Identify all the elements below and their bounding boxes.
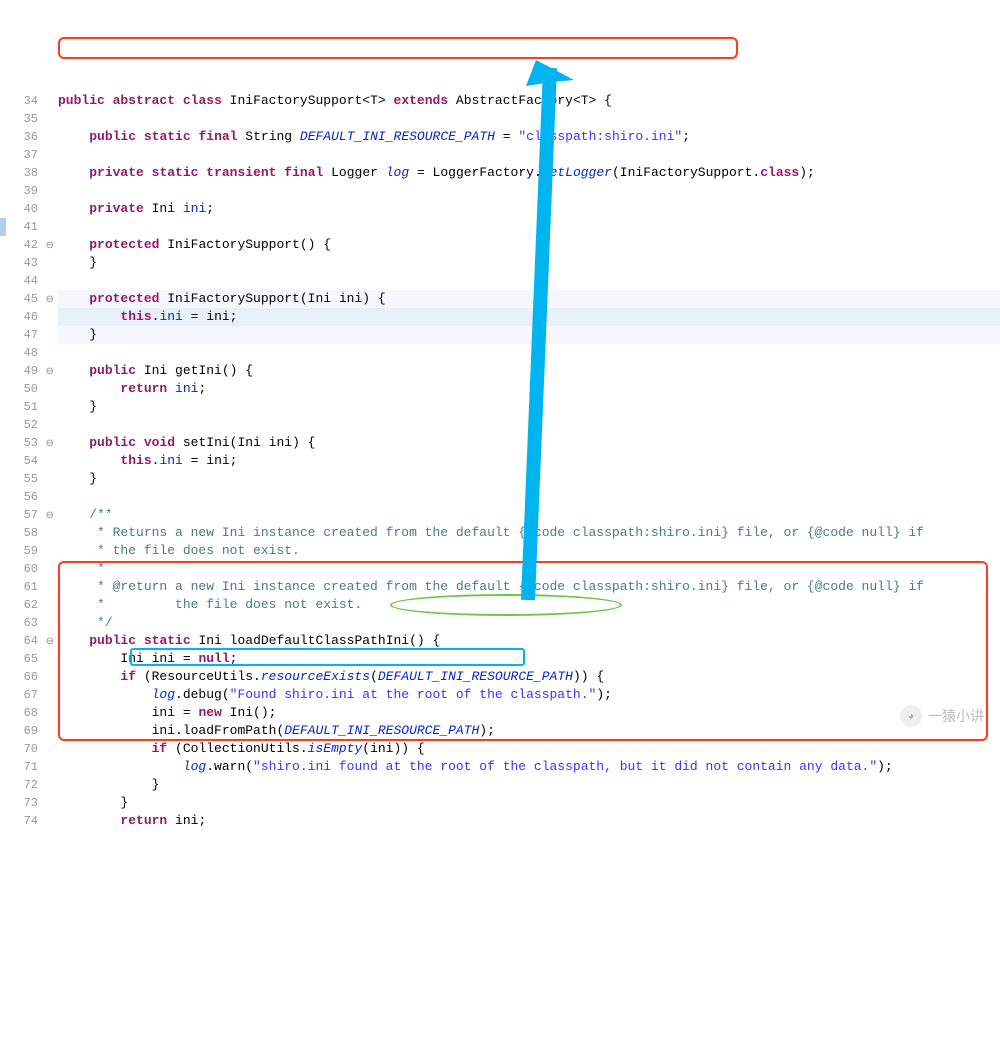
code-line[interactable]: protected IniFactorySupport(Ini ini) { <box>58 290 1000 308</box>
code-line[interactable]: return ini; <box>58 812 1000 830</box>
line-number[interactable]: 46 <box>0 308 44 326</box>
line-number[interactable]: 48 <box>0 344 44 362</box>
code-line[interactable]: } <box>58 326 1000 344</box>
line-number[interactable]: 42⊖ <box>0 236 44 254</box>
line-number[interactable]: 60 <box>0 560 44 578</box>
line-number[interactable]: 59 <box>0 542 44 560</box>
line-number[interactable]: 72 <box>0 776 44 794</box>
line-number[interactable]: 61 <box>0 578 44 596</box>
line-number-gutter[interactable]: 343536373839404142⊖434445⊖46474849⊖50515… <box>0 90 44 833</box>
code-line[interactable]: protected IniFactorySupport() { <box>58 236 1000 254</box>
code-line[interactable] <box>58 218 1000 236</box>
code-line[interactable]: ini.loadFromPath(DEFAULT_INI_RESOURCE_PA… <box>58 722 1000 740</box>
watermark-text: 一猿小讲 <box>928 706 984 726</box>
line-number[interactable]: 58 <box>0 524 44 542</box>
line-number[interactable]: 47 <box>0 326 44 344</box>
code-line[interactable]: public static Ini loadDefaultClassPathIn… <box>58 632 1000 650</box>
line-number[interactable]: 55 <box>0 470 44 488</box>
line-number[interactable]: 63 <box>0 614 44 632</box>
line-number[interactable]: 69 <box>0 722 44 740</box>
line-number[interactable]: 40 <box>0 200 44 218</box>
line-number[interactable]: 71 <box>0 758 44 776</box>
line-number[interactable]: 53⊖ <box>0 434 44 452</box>
line-number[interactable]: 35 <box>0 110 44 128</box>
code-line[interactable]: } <box>58 398 1000 416</box>
line-number[interactable]: 36 <box>0 128 44 146</box>
code-line[interactable]: } <box>58 470 1000 488</box>
code-line[interactable] <box>58 146 1000 164</box>
line-number[interactable]: 51 <box>0 398 44 416</box>
code-line[interactable]: ini = new Ini(); <box>58 704 1000 722</box>
line-number[interactable]: 66 <box>0 668 44 686</box>
code-line[interactable]: if (ResourceUtils.resourceExists(DEFAULT… <box>58 668 1000 686</box>
line-number[interactable]: 62 <box>0 596 44 614</box>
code-line[interactable]: } <box>58 794 1000 812</box>
code-line[interactable]: * <box>58 560 1000 578</box>
code-line[interactable] <box>58 344 1000 362</box>
line-number[interactable]: 54 <box>0 452 44 470</box>
wechat-icon: ◕ <box>900 705 922 727</box>
line-number[interactable]: 57⊖ <box>0 506 44 524</box>
watermark: ◕ 一猿小讲 <box>900 705 984 727</box>
code-line[interactable] <box>58 416 1000 434</box>
line-number[interactable]: 43 <box>0 254 44 272</box>
code-line[interactable]: public Ini getIni() { <box>58 362 1000 380</box>
line-number[interactable]: 34 <box>0 92 44 110</box>
line-number[interactable]: 45⊖ <box>0 290 44 308</box>
line-number[interactable]: 52 <box>0 416 44 434</box>
code-line[interactable] <box>58 182 1000 200</box>
code-line[interactable]: * the file does not exist. <box>58 596 1000 614</box>
code-line[interactable]: log.debug("Found shiro.ini at the root o… <box>58 686 1000 704</box>
code-line[interactable]: return ini; <box>58 380 1000 398</box>
line-number[interactable]: 67 <box>0 686 44 704</box>
code-line[interactable]: } <box>58 776 1000 794</box>
line-number[interactable]: 44 <box>0 272 44 290</box>
line-number[interactable]: 65 <box>0 650 44 668</box>
line-number[interactable]: 38 <box>0 164 44 182</box>
code-line[interactable]: public void setIni(Ini ini) { <box>58 434 1000 452</box>
line-number[interactable]: 68 <box>0 704 44 722</box>
code-line[interactable] <box>58 272 1000 290</box>
code-area[interactable]: public abstract class IniFactorySupport<… <box>44 90 1000 833</box>
code-line[interactable]: */ <box>58 614 1000 632</box>
code-line[interactable]: * the file does not exist. <box>58 542 1000 560</box>
code-editor[interactable]: 343536373839404142⊖434445⊖46474849⊖50515… <box>0 90 1000 833</box>
line-number[interactable]: 49⊖ <box>0 362 44 380</box>
code-line[interactable]: /** <box>58 506 1000 524</box>
line-number[interactable]: 50 <box>0 380 44 398</box>
line-number[interactable]: 37 <box>0 146 44 164</box>
code-line[interactable]: * @return a new Ini instance created fro… <box>58 578 1000 596</box>
code-line[interactable] <box>58 488 1000 506</box>
line-number[interactable]: 73 <box>0 794 44 812</box>
code-line[interactable]: Ini ini = null; <box>58 650 1000 668</box>
code-line[interactable]: * Returns a new Ini instance created fro… <box>58 524 1000 542</box>
code-line[interactable]: log.warn("shiro.ini found at the root of… <box>58 758 1000 776</box>
line-number[interactable]: 64⊖ <box>0 632 44 650</box>
code-line[interactable]: this.ini = ini; <box>58 308 1000 326</box>
code-line[interactable]: } <box>58 254 1000 272</box>
code-line[interactable]: private static transient final Logger lo… <box>58 164 1000 182</box>
code-line[interactable]: public abstract class IniFactorySupport<… <box>58 92 1000 110</box>
code-line[interactable]: private Ini ini; <box>58 200 1000 218</box>
line-number[interactable]: 74 <box>0 812 44 830</box>
code-line[interactable]: public static final String DEFAULT_INI_R… <box>58 128 1000 146</box>
line-number[interactable]: 41 <box>0 218 44 236</box>
code-line[interactable]: this.ini = ini; <box>58 452 1000 470</box>
highlight-box-red-1 <box>58 37 738 59</box>
code-line[interactable] <box>58 110 1000 128</box>
line-number[interactable]: 39 <box>0 182 44 200</box>
line-number[interactable]: 56 <box>0 488 44 506</box>
